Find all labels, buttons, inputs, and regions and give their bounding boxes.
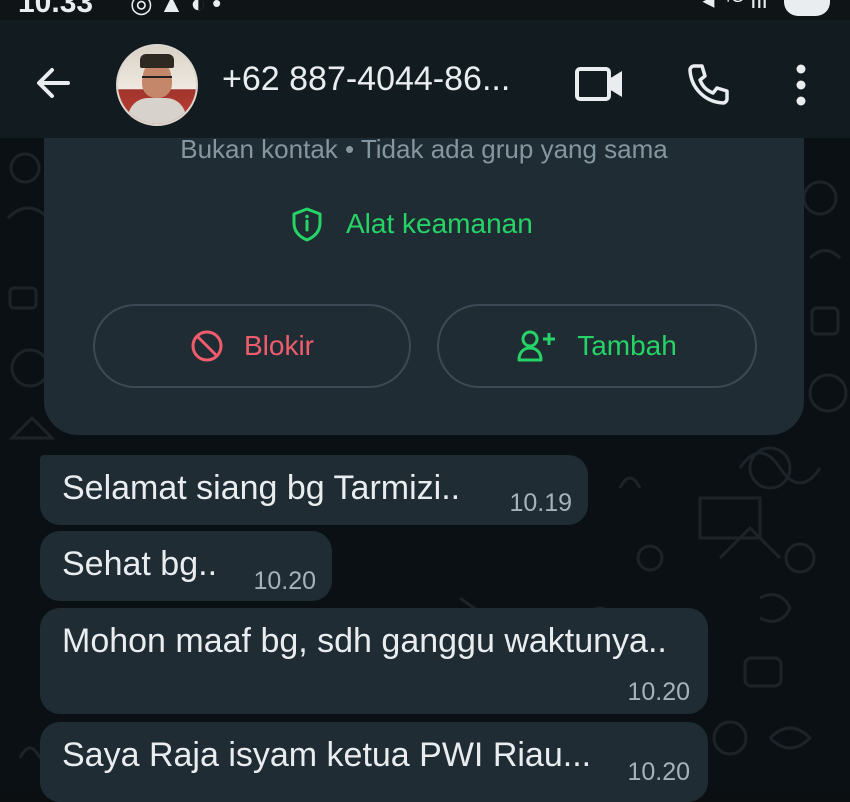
- message-time: 10.20: [627, 678, 690, 706]
- message-bubble[interactable]: Mohon maaf bg, sdh ganggu waktunya.. 10.…: [40, 608, 708, 714]
- contact-info-text: Bukan kontak • Tidak ada grup yang sama: [180, 134, 668, 164]
- add-contact-label: Tambah: [577, 330, 677, 361]
- message-time: 10.19: [509, 489, 572, 517]
- chat-header: +62 887-4044-86...: [0, 20, 850, 138]
- video-call-button[interactable]: [574, 62, 626, 106]
- security-tools-label: Alat keamanan: [346, 208, 533, 239]
- add-contact-button[interactable]: Tambah: [437, 304, 757, 388]
- back-button[interactable]: [28, 58, 78, 108]
- security-tools-link[interactable]: Alat keamanan: [290, 204, 533, 244]
- add-person-icon: [517, 330, 556, 362]
- status-right: ◂ ⁴ᴳ ıll: [702, 0, 830, 16]
- block-icon: [191, 330, 223, 362]
- notification-icons: ◎▲◐•: [130, 0, 228, 18]
- message-text: Sehat bg..: [62, 545, 218, 583]
- battery-icon: [784, 0, 830, 16]
- signal-icon: ◂ ⁴ᴳ ıll: [702, 0, 768, 14]
- message-time: 10.20: [627, 758, 690, 786]
- shield-icon: [292, 207, 322, 242]
- voice-call-button[interactable]: [684, 60, 732, 108]
- block-button[interactable]: Blokir: [93, 304, 411, 388]
- message-bubble[interactable]: Sehat bg.. 10.20: [40, 531, 332, 601]
- video-call-icon: [575, 67, 622, 101]
- message-bubble[interactable]: Saya Raja isyam ketua PWI Riau... 10.20: [40, 722, 708, 802]
- contact-avatar[interactable]: [116, 44, 198, 126]
- contact-name[interactable]: +62 887-4044-86...: [222, 60, 510, 99]
- message-text: Selamat siang bg Tarmizi..: [62, 469, 461, 507]
- more-vert-icon: [796, 64, 806, 106]
- more-options-button[interactable]: [786, 60, 816, 110]
- status-time: 10.33: [18, 0, 94, 19]
- message-text: Mohon maaf bg, sdh ganggu waktunya..: [62, 622, 667, 660]
- phone-icon: [688, 64, 729, 105]
- contact-info-card: Bukan kontak • Tidak ada grup yang sama …: [44, 134, 804, 435]
- block-label: Blokir: [243, 330, 314, 361]
- message-time: 10.20: [253, 567, 316, 595]
- back-arrow-icon: [37, 68, 70, 98]
- message-text: Saya Raja isyam ketua PWI Riau...: [62, 736, 592, 774]
- message-bubble[interactable]: Selamat siang bg Tarmizi.. 10.19: [40, 455, 588, 525]
- status-bar: 10.33 ◎▲◐• ◂ ⁴ᴳ ıll: [0, 0, 850, 20]
